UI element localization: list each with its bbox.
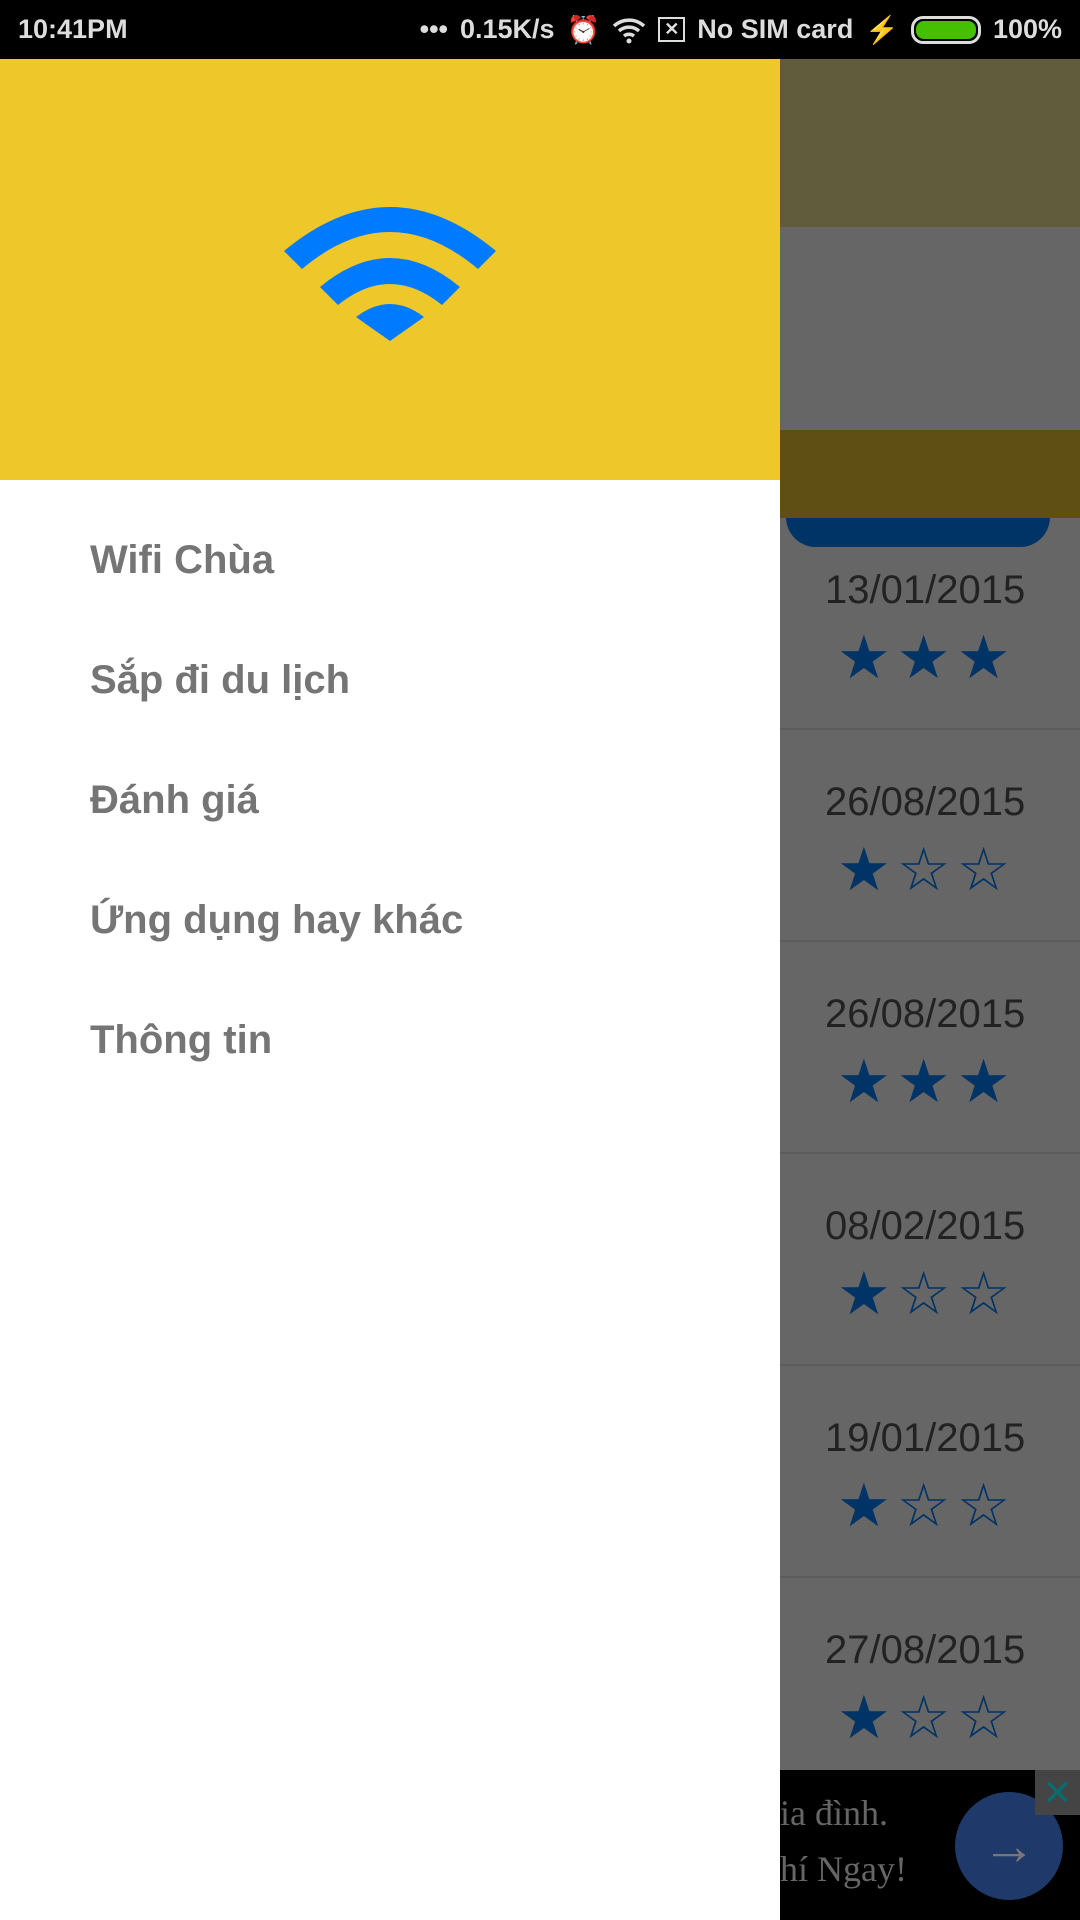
- star-outline-icon: ☆: [896, 836, 957, 903]
- star-rating: ★★★: [837, 1052, 1016, 1112]
- star-filled-icon: ★: [837, 1048, 897, 1115]
- clock: 10:41PM: [18, 14, 128, 44]
- battery-icon: [910, 15, 981, 44]
- star-filled-icon: ★: [837, 1472, 897, 1539]
- star-rating: ★☆☆: [837, 840, 1016, 900]
- item-date: 27/08/2015: [825, 1628, 1026, 1672]
- navigation-drawer: Wifi Chùa Sắp đi du lịch Đánh giá Ứng dụng …: [0, 59, 780, 1920]
- star-filled-icon: ★: [896, 1048, 957, 1115]
- item-date: 26/08/2015: [825, 780, 1026, 824]
- star-filled-icon: ★: [837, 624, 897, 691]
- share-section: CHIA SẺ: [780, 227, 1080, 547]
- status-bar: 10:41PM ••• 0.15K/s ⏰ ✕ No SIM card ⚡ 10…: [0, 0, 1080, 59]
- item-date: 26/08/2015: [825, 992, 1026, 1036]
- star-rating: ★☆☆: [837, 1688, 1016, 1748]
- sim-status: No SIM card: [697, 14, 854, 44]
- list-item[interactable]: 26/08/2015 ★★★: [780, 942, 1080, 1154]
- menu-item[interactable]: Thông tin: [0, 1020, 780, 1140]
- star-filled-icon: ★: [837, 836, 897, 903]
- ad-banner[interactable]: ia đình. hí Ngay! → ✕: [780, 1770, 1080, 1920]
- star-outline-icon: ☆: [896, 1684, 957, 1751]
- more-notifications-icon: •••: [419, 14, 448, 44]
- list-item[interactable]: 19/01/2015 ★☆☆: [780, 1366, 1080, 1578]
- item-date: 13/01/2015: [825, 568, 1026, 612]
- net-speed: 0.15K/s: [459, 14, 555, 44]
- item-date: 19/01/2015: [825, 1416, 1026, 1460]
- wifi-status-icon: [612, 17, 646, 43]
- star-filled-icon: ★: [956, 1048, 1017, 1115]
- star-filled-icon: ★: [837, 1684, 897, 1751]
- star-filled-icon: ★: [896, 624, 957, 691]
- no-sim-icon: ✕: [658, 17, 686, 42]
- star-filled-icon: ★: [837, 1260, 897, 1327]
- list-item[interactable]: 27/08/2015 ★☆☆: [780, 1578, 1080, 1790]
- menu-item[interactable]: Đánh giá: [0, 780, 780, 900]
- star-outline-icon: ☆: [956, 1684, 1017, 1751]
- drawer-header: [0, 59, 780, 480]
- toolbar: [780, 59, 1080, 227]
- section-header: [780, 430, 1080, 518]
- list-item[interactable]: 26/08/2015 ★☆☆: [780, 730, 1080, 942]
- star-filled-icon: ★: [956, 624, 1017, 691]
- star-rating: ★★★: [837, 628, 1016, 688]
- main-content: CHIA SẺ 13/01/2015★★★26/08/2015★☆☆26/08/…: [780, 59, 1080, 1920]
- alarm-icon: ⏰: [566, 14, 601, 45]
- wifi-icon: [284, 206, 496, 341]
- menu-item[interactable]: Sắp đi du lịch: [0, 660, 780, 780]
- battery-level: 100%: [992, 14, 1062, 44]
- star-outline-icon: ☆: [956, 1260, 1017, 1327]
- star-outline-icon: ☆: [896, 1260, 957, 1327]
- star-outline-icon: ☆: [956, 836, 1017, 903]
- star-outline-icon: ☆: [956, 1472, 1017, 1539]
- list-item[interactable]: 13/01/2015 ★★★: [780, 518, 1080, 730]
- menu-item[interactable]: Ứng dụng hay khác: [0, 900, 780, 1020]
- star-outline-icon: ☆: [896, 1472, 957, 1539]
- ad-text-line1: ia đình.: [780, 1793, 888, 1833]
- item-date: 08/02/2015: [825, 1204, 1026, 1248]
- star-rating: ★☆☆: [837, 1264, 1016, 1324]
- star-rating: ★☆☆: [837, 1476, 1016, 1536]
- charging-icon: ⚡: [865, 14, 899, 45]
- close-icon[interactable]: ✕: [1035, 1770, 1080, 1815]
- list-item[interactable]: 08/02/2015 ★☆☆: [780, 1154, 1080, 1366]
- menu-item[interactable]: Wifi Chùa: [0, 540, 780, 660]
- ad-text-line2: hí Ngay!: [780, 1849, 907, 1889]
